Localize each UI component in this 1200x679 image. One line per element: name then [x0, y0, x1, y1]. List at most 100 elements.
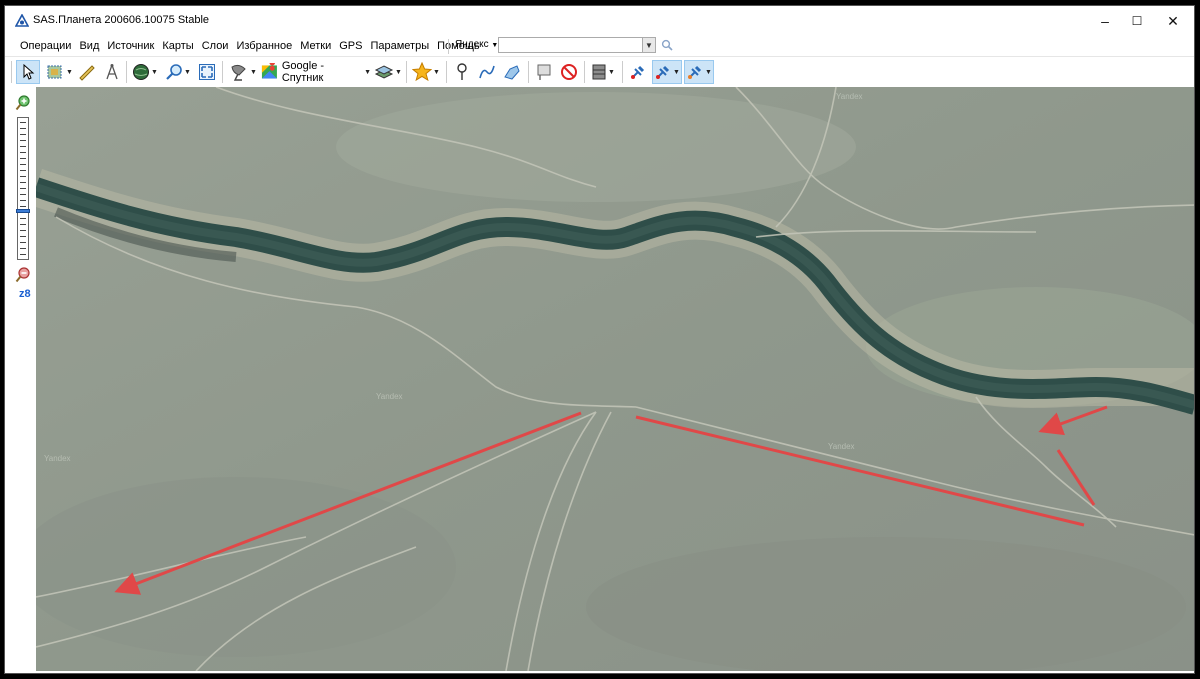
main-toolbar: ▼ ▼ ▼ ▼ Google - Спутник ▼ ▼ ▼ ▼ ▼ ▼ — [5, 56, 1194, 88]
map-view[interactable]: Yandex Yandex Yandex Yandex — [36, 87, 1194, 671]
search-provider-select[interactable]: Яндекс ▼ — [455, 39, 498, 50]
toolbar-separator — [528, 61, 529, 83]
compass-icon — [106, 64, 118, 80]
map-source-select[interactable]: Google - Спутник ▼ — [261, 60, 371, 84]
cache-button[interactable]: ▼ — [588, 60, 618, 84]
menu-operations[interactable]: Операции — [17, 40, 74, 52]
zoom-slider[interactable] — [16, 117, 30, 260]
map-pin-icon — [457, 63, 467, 80]
gps-connect-button[interactable]: ▼ — [652, 60, 682, 84]
minimize-icon: – — [1101, 13, 1109, 29]
satellite-map-image: Yandex Yandex Yandex Yandex — [36, 87, 1194, 671]
globe-button[interactable]: ▼ — [130, 60, 160, 84]
database-icon — [592, 64, 606, 80]
toolbar-separator — [126, 61, 127, 83]
close-button[interactable]: ✕ — [1150, 6, 1194, 36]
toolbar-separator — [584, 61, 585, 83]
add-path-button[interactable] — [476, 60, 498, 84]
zoom-in-icon[interactable] — [15, 95, 31, 111]
maximize-icon: ☐ — [1131, 14, 1143, 28]
ruler-icon — [79, 65, 95, 81]
prohibited-icon — [561, 64, 577, 80]
menu-items: Операции Вид Источник Карты Слои Избранн… — [17, 40, 485, 52]
zoom-slider-tick — [20, 170, 26, 171]
cursor-icon — [23, 64, 35, 80]
search-provider-label: Яндекс — [455, 39, 489, 50]
search-history-dropdown[interactable]: ▼ — [642, 38, 655, 52]
search-icon[interactable] — [661, 39, 673, 51]
hide-placemarks-button[interactable] — [558, 60, 580, 84]
zoom-slider-thumb[interactable] — [16, 209, 30, 213]
chevron-down-icon: ▼ — [433, 68, 440, 76]
show-placemarks-button[interactable] — [533, 60, 555, 84]
zoom-slider-tick — [20, 176, 26, 177]
toolbar-separator — [446, 61, 447, 83]
add-placemark-button[interactable] — [451, 60, 473, 84]
app-window: SAS.Планета 200606.10075 Stable – ☐ ✕ Оп… — [4, 5, 1195, 674]
menu-gps[interactable]: GPS — [336, 40, 365, 52]
gps-satellite-icon — [688, 65, 702, 79]
chevron-down-icon: ▼ — [673, 68, 680, 76]
chevron-down-icon: ▼ — [184, 68, 191, 76]
add-polygon-button[interactable] — [501, 60, 523, 84]
chevron-down-icon: ▼ — [364, 68, 371, 76]
satellite-source-button[interactable]: ▼ — [227, 60, 259, 84]
menu-marks[interactable]: Метки — [297, 40, 334, 52]
chevron-down-icon: ▼ — [705, 68, 712, 76]
search-input[interactable]: ▼ — [498, 37, 656, 53]
zoom-slider-tick — [20, 242, 26, 243]
toolbar-separator — [622, 61, 623, 83]
chevron-down-icon: ▼ — [250, 68, 257, 76]
fullscreen-icon — [199, 64, 215, 80]
gps-follow-button[interactable]: ▼ — [684, 60, 714, 84]
globe-icon — [133, 64, 150, 80]
gps-satellite-icon — [656, 65, 670, 79]
map-watermark: Yandex — [836, 92, 863, 101]
window-title: SAS.Планета 200606.10075 Stable — [33, 14, 210, 26]
menu-favorites[interactable]: Избранное — [233, 40, 295, 52]
menu-maps[interactable]: Карты — [159, 40, 196, 52]
selection-icon — [47, 65, 62, 79]
zoom-slider-tick — [20, 146, 26, 147]
menu-layers[interactable]: Слои — [199, 40, 232, 52]
toolbar-separator — [406, 61, 407, 83]
move-tool-button[interactable] — [16, 60, 40, 84]
chevron-down-icon: ▼ — [645, 40, 653, 50]
satellite-dish-icon — [231, 64, 246, 81]
status-bar — [36, 671, 1194, 673]
map-watermark: Yandex — [44, 454, 71, 463]
layers-button[interactable]: ▼ — [373, 60, 403, 84]
chevron-down-icon: ▼ — [395, 68, 402, 76]
menu-settings[interactable]: Параметры — [367, 40, 432, 52]
zoom-slider-tick — [20, 152, 26, 153]
app-logo-icon — [15, 14, 29, 27]
placemarks-icon — [537, 64, 551, 80]
zoom-slider-tick — [20, 188, 26, 189]
zoom-slider-tick — [20, 236, 26, 237]
compass-tool-button[interactable] — [101, 60, 123, 84]
star-icon — [412, 62, 433, 82]
map-watermark: Yandex — [376, 392, 403, 401]
ruler-tool-button[interactable] — [76, 60, 98, 84]
zoom-slider-tick — [20, 206, 26, 207]
zoom-tool-button[interactable]: ▼ — [163, 60, 193, 84]
menu-view[interactable]: Вид — [76, 40, 102, 52]
path-icon — [479, 65, 495, 79]
map-source-label: Google - Спутник — [281, 60, 325, 84]
toolbar-separator — [222, 61, 223, 83]
gps-track-button[interactable] — [627, 60, 649, 84]
title-bar: SAS.Планета 200606.10075 Stable – ☐ ✕ — [5, 6, 1194, 36]
zoom-slider-tick — [20, 158, 26, 159]
zoom-level-label: z8 — [19, 288, 31, 300]
menu-separator — [448, 39, 449, 54]
zoom-out-icon[interactable] — [15, 267, 31, 283]
favorites-button[interactable]: ▼ — [410, 60, 442, 84]
menu-source[interactable]: Источник — [104, 40, 157, 52]
selection-tool-button[interactable]: ▼ — [43, 60, 75, 84]
fullscreen-button[interactable] — [196, 60, 218, 84]
close-icon: ✕ — [1167, 12, 1179, 29]
chevron-down-icon: ▼ — [151, 68, 158, 76]
google-maps-icon — [261, 63, 277, 79]
polygon-icon — [504, 65, 520, 80]
zoom-slider-tick — [20, 248, 26, 249]
